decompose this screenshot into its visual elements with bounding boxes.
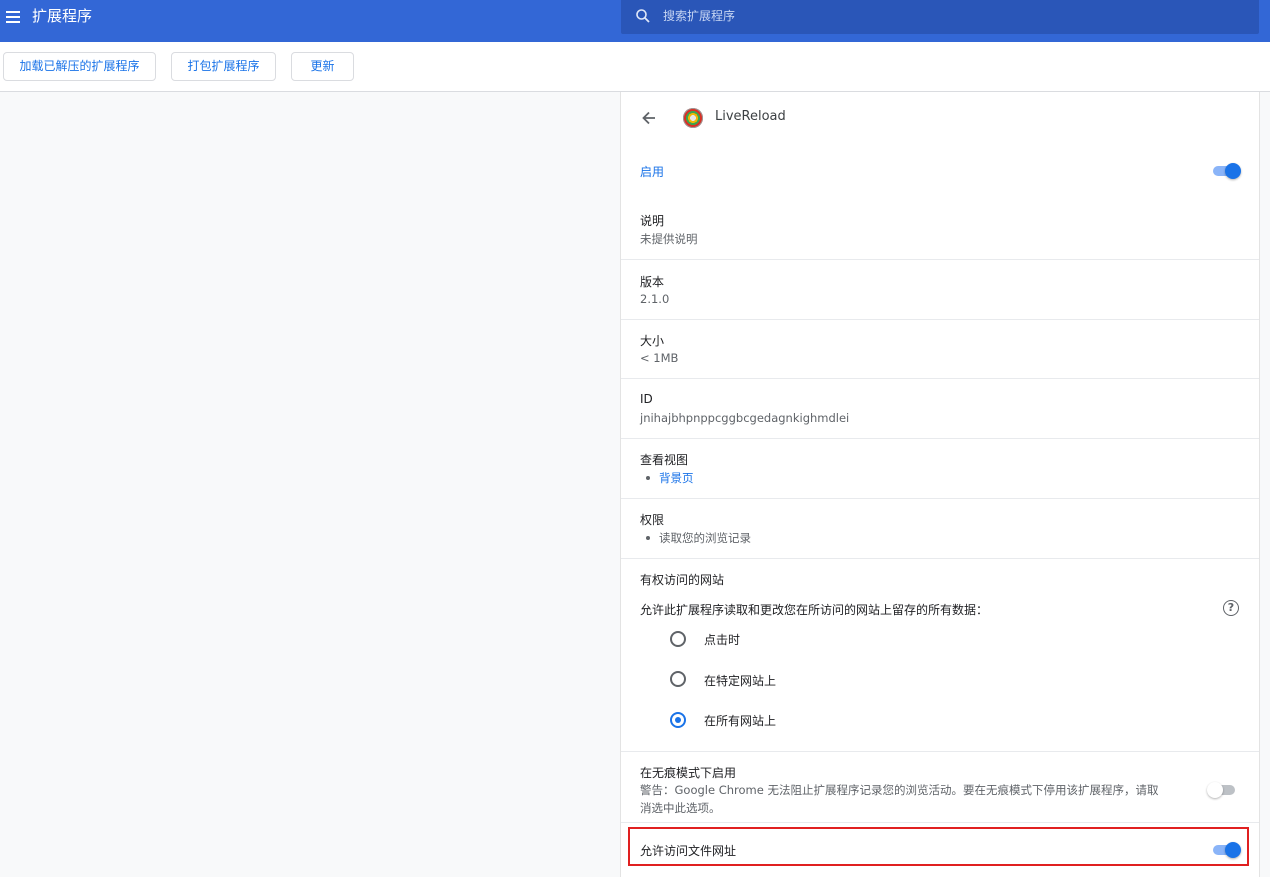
id-label: ID bbox=[640, 392, 653, 406]
update-button[interactable]: 更新 bbox=[291, 52, 354, 81]
radio-all-sites[interactable] bbox=[670, 712, 686, 728]
permissions-row: 权限 读取您的浏览记录 bbox=[621, 498, 1259, 558]
version-value: 2.1.0 bbox=[640, 292, 670, 306]
id-value: jnihajbhpnppcggbcgedagnkighmdlei bbox=[640, 411, 850, 425]
size-label: 大小 bbox=[640, 334, 665, 348]
version-row: 版本 2.1.0 bbox=[621, 259, 1259, 319]
site-access-description: 允许此扩展程序读取和更改您在所访问的网站上留存的所有数据： bbox=[640, 603, 989, 617]
search-bar[interactable] bbox=[621, 0, 1259, 34]
app-header: 扩展程序 bbox=[0, 0, 1270, 42]
size-value: < 1MB bbox=[640, 351, 679, 365]
search-icon bbox=[636, 9, 650, 23]
file-urls-row: 允许访问文件网址 bbox=[621, 822, 1259, 877]
incognito-warning-line1: 警告：Google Chrome 无法阻止扩展程序记录您的浏览活动。要在无痕模式… bbox=[640, 783, 1159, 797]
permissions-label: 权限 bbox=[640, 513, 665, 527]
description-label: 说明 bbox=[640, 214, 665, 228]
permission-item: 读取您的浏览记录 bbox=[640, 530, 751, 546]
radio-label-all-sites[interactable]: 在所有网站上 bbox=[704, 712, 776, 729]
background-page-link[interactable]: 背景页 bbox=[659, 471, 694, 485]
enabled-label: 启用 bbox=[640, 165, 665, 179]
views-row: 查看视图 背景页 bbox=[621, 438, 1259, 498]
incognito-row: 在无痕模式下启用 警告：Google Chrome 无法阻止扩展程序记录您的浏览… bbox=[621, 751, 1259, 822]
incognito-label: 在无痕模式下启用 bbox=[640, 766, 737, 780]
radio-label-on-click[interactable]: 点击时 bbox=[704, 631, 740, 648]
load-unpacked-button[interactable]: 加载已解压的扩展程序 bbox=[3, 52, 156, 81]
permission-text: 读取您的浏览记录 bbox=[659, 531, 751, 545]
view-item[interactable]: 背景页 bbox=[640, 470, 694, 486]
developer-toolbar: 加载已解压的扩展程序 打包扩展程序 更新 bbox=[0, 42, 1270, 92]
enabled-toggle[interactable] bbox=[1211, 163, 1241, 179]
incognito-toggle[interactable] bbox=[1207, 782, 1237, 798]
description-row: 说明 未提供说明 bbox=[621, 199, 1259, 259]
detail-header: LiveReload bbox=[621, 92, 1259, 144]
radio-on-click[interactable] bbox=[670, 631, 686, 647]
help-icon[interactable]: ? bbox=[1223, 600, 1239, 616]
size-row: 大小 < 1MB bbox=[621, 319, 1259, 378]
site-access-label: 有权访问的网站 bbox=[640, 573, 725, 587]
incognito-warning-line2: 消选中此选项。 bbox=[640, 801, 721, 815]
views-label: 查看视图 bbox=[640, 453, 689, 467]
description-value: 未提供说明 bbox=[640, 232, 698, 246]
pack-extension-button[interactable]: 打包扩展程序 bbox=[171, 52, 276, 81]
radio-specific-sites[interactable] bbox=[670, 671, 686, 687]
back-arrow-icon[interactable] bbox=[639, 108, 659, 128]
extension-detail-panel: LiveReload 启用 说明 未提供说明 版本 2.1.0 大小 < 1MB… bbox=[620, 92, 1260, 877]
version-label: 版本 bbox=[640, 275, 665, 289]
file-urls-toggle[interactable] bbox=[1211, 842, 1241, 858]
page-title: 扩展程序 bbox=[32, 7, 93, 25]
search-input[interactable] bbox=[663, 5, 1243, 27]
site-access-section: 有权访问的网站 允许此扩展程序读取和更改您在所访问的网站上留存的所有数据： 点击… bbox=[621, 558, 1259, 751]
menu-icon[interactable] bbox=[4, 8, 22, 26]
file-urls-label: 允许访问文件网址 bbox=[640, 844, 737, 858]
extension-icon bbox=[683, 108, 703, 128]
radio-label-specific-sites[interactable]: 在特定网站上 bbox=[704, 672, 776, 689]
id-row: ID jnihajbhpnppcggbcgedagnkighmdlei bbox=[621, 378, 1259, 438]
enabled-row: 启用 bbox=[621, 144, 1259, 199]
extension-name: LiveReload bbox=[715, 109, 786, 124]
